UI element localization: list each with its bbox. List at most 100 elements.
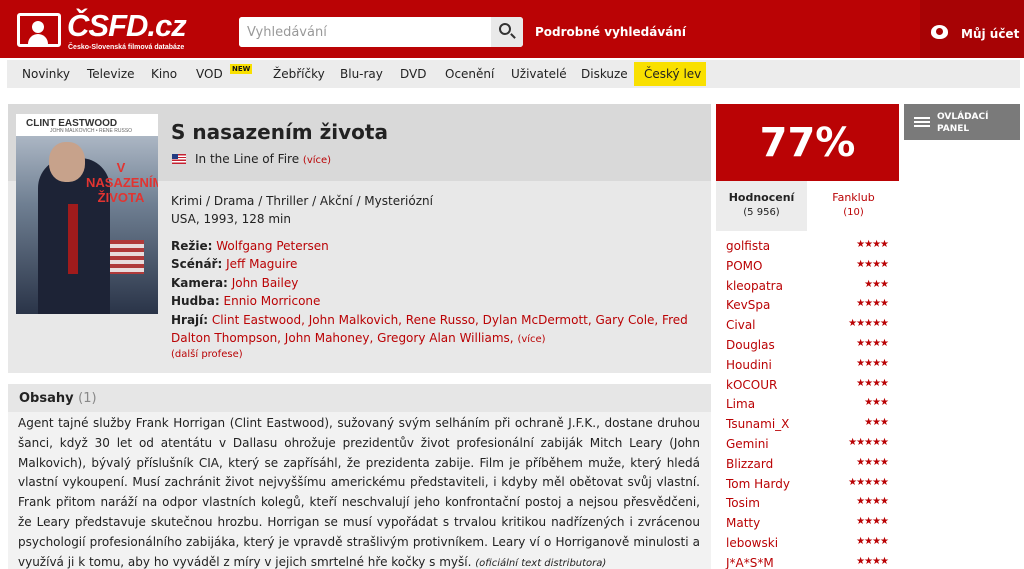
rating-stars: ★★★★ [856, 456, 889, 468]
rating-stars: ★★★ [864, 397, 889, 409]
rating-row: POMO ★★★★ [716, 256, 899, 276]
rating-row: J*A*S*M ★★★★ [716, 553, 899, 569]
rating-user-link[interactable]: Cival [726, 318, 756, 332]
rating-user-link[interactable]: Lima [726, 397, 755, 411]
rating-score: 77% [759, 120, 856, 166]
rating-row: lebowski ★★★★ [716, 533, 899, 553]
rating-user-link[interactable]: Douglas [726, 338, 775, 352]
cast-links[interactable]: Clint Eastwood, John Malkovich, Rene Rus… [171, 313, 688, 345]
rating-user-link[interactable]: Gemini [726, 437, 769, 451]
rating-stars: ★★★★ [856, 337, 889, 349]
plot-text: Agent tajné služby Frank Horrigan (Clint… [18, 416, 700, 569]
rating-stars: ★★★★ [856, 357, 889, 369]
search-icon [499, 23, 511, 35]
rating-panel: 77% Hodnocení (5 956) Fanklub (10) golfi… [716, 104, 899, 569]
nav-item-novinky[interactable]: Novinky [22, 67, 70, 81]
rating-user-link[interactable]: kleopatra [726, 279, 783, 293]
writer-link[interactable]: Jeff Maguire [226, 257, 297, 271]
rating-row: KevSpa ★★★★ [716, 295, 899, 315]
us-flag-icon [172, 154, 186, 164]
rating-stars: ★★★★ [856, 258, 889, 270]
nav-item-dvd[interactable]: DVD [400, 67, 426, 81]
rating-stars: ★★★★★ [848, 436, 889, 448]
account-button[interactable]: Můj účet [920, 0, 1024, 58]
rating-stars: ★★★★★ [848, 318, 889, 330]
rating-user-link[interactable]: Matty [726, 516, 760, 530]
poster-cast: JOHN MALKOVICH • RENE RUSSO [50, 128, 133, 134]
plot-count: (1) [78, 391, 97, 406]
poster-title: V NASAZENÍM ŽIVOTA [86, 160, 158, 205]
film-poster[interactable]: CLINT EASTWOOD JOHN MALKOVICH • RENE RUS… [16, 114, 158, 314]
nav-item-bluray[interactable]: Blu-ray [340, 67, 383, 81]
rating-user-link[interactable]: golfista [726, 239, 770, 253]
rating-user-link[interactable]: lebowski [726, 536, 778, 550]
rating-stars: ★★★★ [856, 298, 889, 310]
rating-row: kOCOUR ★★★★ [716, 375, 899, 395]
control-panel-label: OVLÁDACÍ PANEL [937, 112, 989, 134]
main-nav: Novinky Televize Kino VOD NEW Žebříčky B… [7, 60, 1020, 88]
ratings-list: golfista ★★★★ POMO ★★★★ kleopatra ★★★ KevSpa ★★… [716, 236, 899, 569]
director-link[interactable]: Wolfgang Petersen [216, 239, 329, 253]
nav-item-vod[interactable]: VOD [196, 67, 223, 81]
rating-stars: ★★★★ [856, 535, 889, 547]
rating-user-link[interactable]: Houdini [726, 358, 772, 372]
search-box [239, 17, 523, 47]
music-link[interactable]: Ennio Morricone [224, 294, 321, 308]
rating-user-link[interactable]: Tsunami_X [726, 417, 789, 431]
tab-fanclub[interactable]: Fanklub (10) [808, 181, 899, 231]
more-professions-link[interactable]: (další profese) [171, 349, 243, 360]
score-box: 77% [716, 104, 899, 181]
director-row: Režie: Wolfgang Petersen [171, 239, 329, 253]
nav-item-zebricky[interactable]: Žebříčky [273, 67, 325, 81]
rating-user-link[interactable]: POMO [726, 259, 762, 273]
rating-stars: ★★★★ [856, 239, 889, 250]
logo-icon [17, 13, 61, 47]
rating-row: Cival ★★★★★ [716, 315, 899, 335]
nav-item-uzivatele[interactable]: Uživatelé [511, 67, 567, 81]
camera-link[interactable]: John Bailey [232, 276, 299, 290]
rating-stars: ★★★★ [856, 516, 889, 528]
rating-user-link[interactable]: Tom Hardy [726, 477, 790, 491]
account-label: Můj účet [961, 27, 1020, 41]
rating-user-link[interactable]: Blizzard [726, 457, 773, 471]
music-row: Hudba: Ennio Morricone [171, 294, 321, 308]
more-titles-link[interactable]: (více) [303, 155, 331, 166]
rating-row: Tosim ★★★★ [716, 493, 899, 513]
rating-stars: ★★★ [864, 417, 889, 429]
rating-row: Gemini ★★★★★ [716, 434, 899, 454]
nav-item-cesky-lev[interactable]: Český lev [644, 67, 701, 81]
cast-more-link[interactable]: (více) [517, 334, 545, 345]
rating-row: Tsunami_X ★★★ [716, 414, 899, 434]
plot-heading: Obsahy (1) [19, 391, 97, 406]
control-panel-button[interactable]: OVLÁDACÍ PANEL [904, 104, 1020, 140]
rating-row: Houdini ★★★★ [716, 355, 899, 375]
film-title: S nasazením života [171, 120, 388, 144]
nav-item-oceneni[interactable]: Ocenění [445, 67, 494, 81]
rating-user-link[interactable]: Tosim [726, 496, 760, 510]
rating-stars: ★★★ [864, 278, 889, 290]
nav-item-diskuze[interactable]: Diskuze [581, 67, 628, 81]
rating-row: Douglas ★★★★ [716, 335, 899, 355]
site-logo[interactable]: ČSFD.cz Česko-Slovenská filmová databáze [17, 8, 207, 54]
rating-row: golfista ★★★★ [716, 236, 899, 256]
nav-item-televize[interactable]: Televize [87, 67, 135, 81]
search-input[interactable] [239, 17, 491, 47]
rating-row: Blizzard ★★★★ [716, 454, 899, 474]
cast-row: Hrají: Clint Eastwood, John Malkovich, R… [171, 313, 688, 345]
rating-user-link[interactable]: J*A*S*M [726, 556, 774, 569]
logo-text: ČSFD.cz [67, 8, 187, 43]
nav-item-kino[interactable]: Kino [151, 67, 177, 81]
rating-user-link[interactable]: KevSpa [726, 298, 770, 312]
original-title: In the Line of Fire (více) [195, 152, 332, 166]
rating-row: Tom Hardy ★★★★★ [716, 474, 899, 494]
tab-ratings[interactable]: Hodnocení (5 956) [716, 181, 807, 231]
search-button[interactable] [491, 17, 523, 47]
rating-user-link[interactable]: kOCOUR [726, 378, 777, 392]
site-header: ČSFD.cz Česko-Slovenská filmová databáze… [0, 0, 1024, 58]
rating-row: Matty ★★★★ [716, 513, 899, 533]
rating-stars: ★★★★ [856, 377, 889, 389]
rating-stars: ★★★★ [856, 496, 889, 508]
plot-card: Obsahy (1) Agent tajné služby Frank Horr… [8, 384, 711, 569]
rating-row: kleopatra ★★★ [716, 276, 899, 296]
advanced-search-link[interactable]: Podrobné vyhledávání [535, 25, 686, 39]
